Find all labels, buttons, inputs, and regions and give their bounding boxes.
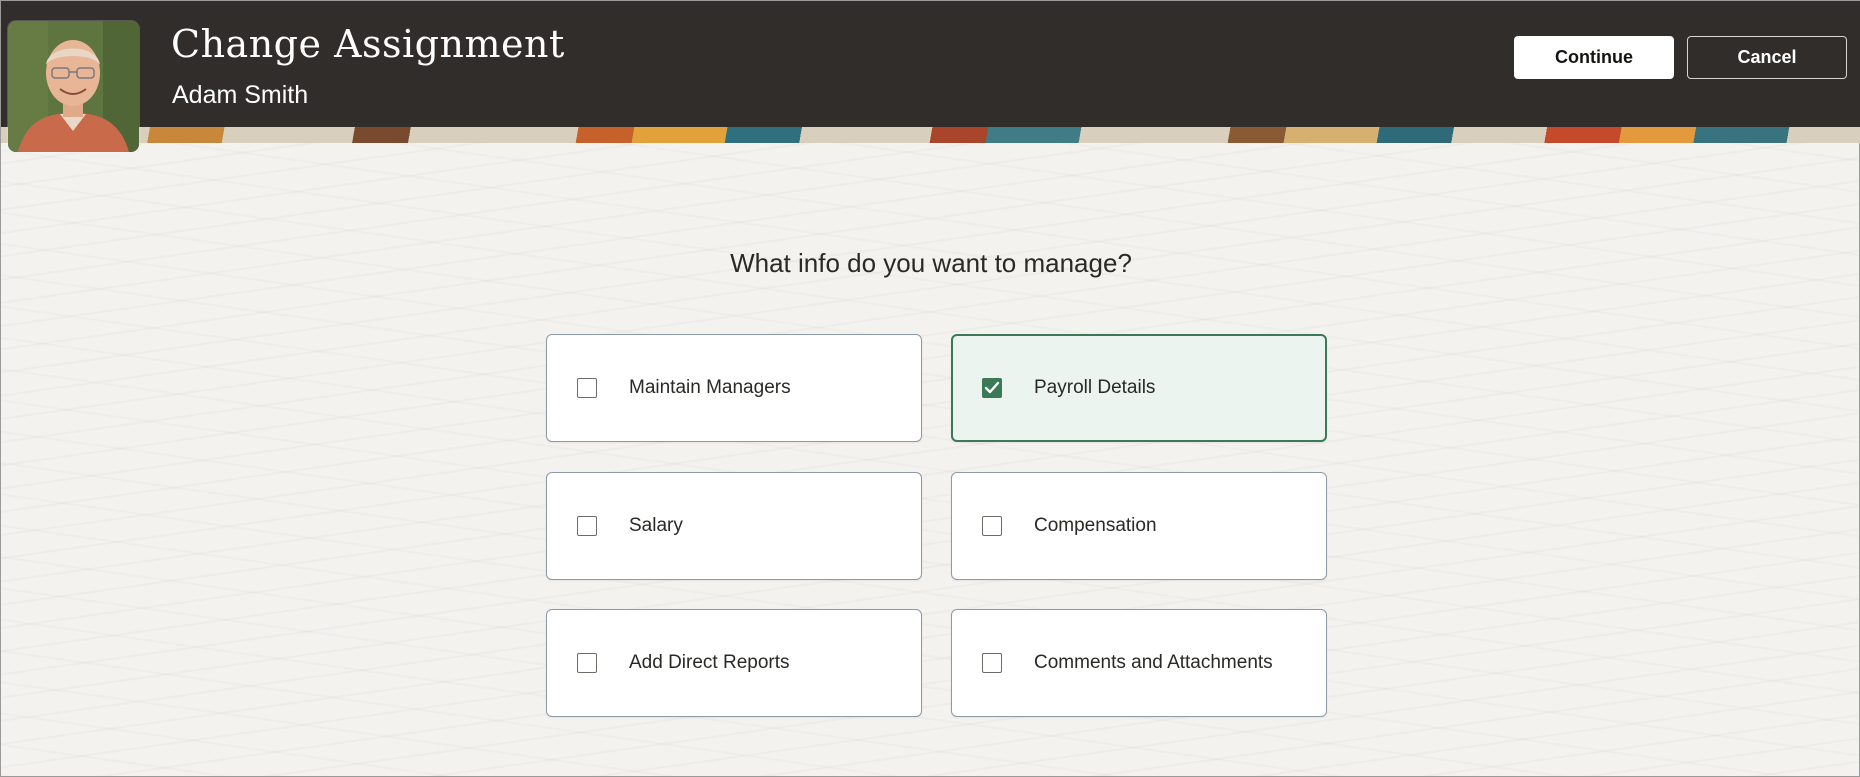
option-card-salary[interactable]: Salary (546, 472, 922, 580)
option-card-payroll-details[interactable]: Payroll Details (951, 334, 1327, 442)
avatar (8, 21, 139, 152)
person-name: Adam Smith (172, 81, 309, 109)
option-label: Compensation (1034, 515, 1157, 536)
continue-button[interactable]: Continue (1514, 36, 1674, 79)
cancel-button[interactable]: Cancel (1687, 36, 1847, 79)
option-card-maintain-managers[interactable]: Maintain Managers (546, 334, 922, 442)
option-card-compensation[interactable]: Compensation (951, 472, 1327, 580)
option-label: Maintain Managers (629, 377, 791, 398)
page-title: Change Assignment (171, 22, 565, 66)
checkmark-icon (984, 381, 1000, 394)
question-heading: What info do you want to manage? (730, 248, 1132, 278)
option-card-add-direct-reports[interactable]: Add Direct Reports (546, 609, 922, 717)
option-label: Payroll Details (1034, 377, 1156, 398)
checkbox[interactable] (982, 653, 1002, 673)
checkbox[interactable] (982, 378, 1002, 398)
checkbox[interactable] (577, 653, 597, 673)
option-card-comments-and-attachments[interactable]: Comments and Attachments (951, 609, 1327, 717)
header-decorative-band (1, 127, 1860, 143)
option-label: Salary (629, 515, 683, 536)
page-header: Change Assignment Adam Smith Continue Ca… (1, 1, 1860, 143)
checkbox[interactable] (577, 516, 597, 536)
option-label: Add Direct Reports (629, 652, 790, 673)
checkbox[interactable] (982, 516, 1002, 536)
option-label: Comments and Attachments (1034, 652, 1273, 673)
checkbox[interactable] (577, 378, 597, 398)
